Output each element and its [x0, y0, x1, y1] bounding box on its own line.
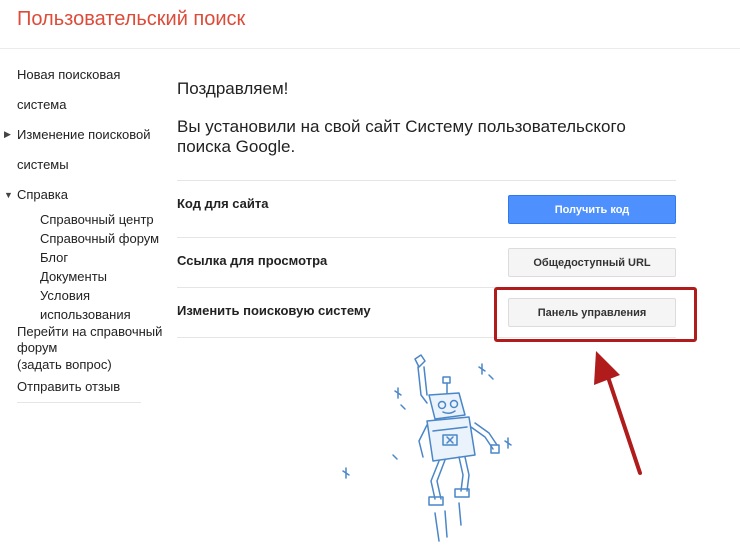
- sidebar-subitem-blog[interactable]: Блог: [40, 250, 68, 266]
- get-code-button[interactable]: Получить код: [508, 195, 676, 224]
- sidebar-subitem-docs[interactable]: Документы: [40, 269, 107, 285]
- sidebar-subitem-terms-line1[interactable]: Условия: [40, 288, 90, 304]
- sidebar-item-edit-engine-line1[interactable]: Изменение поисковой: [17, 127, 151, 143]
- sidebar-item-new-engine-line1[interactable]: Новая поисковая: [17, 67, 120, 83]
- sidebar-item-forum-link-line3[interactable]: (задать вопрос): [17, 357, 112, 373]
- sidebar-divider: [17, 402, 141, 403]
- annotation-arrow: [594, 351, 642, 475]
- installed-message-line1: Вы установили на свой сайт Систему польз…: [177, 117, 626, 136]
- edit-engine-label: Изменить поисковую систему: [177, 303, 371, 318]
- sidebar-subitem-help-forum[interactable]: Справочный форум: [40, 231, 159, 247]
- view-link-label: Ссылка для просмотра: [177, 253, 328, 268]
- sidebar-subitem-help-center[interactable]: Справочный центр: [40, 212, 154, 228]
- app-title: Пользовательский поиск: [17, 8, 246, 30]
- public-url-button[interactable]: Общедоступный URL: [508, 248, 676, 277]
- robot-illustration: [342, 354, 512, 542]
- sidebar-item-new-engine-line2[interactable]: система: [17, 97, 66, 113]
- site-code-label: Код для сайта: [177, 196, 269, 211]
- sidebar-item-edit-engine-line2[interactable]: системы: [17, 157, 69, 173]
- sidebar-item-forum-link-line2[interactable]: форум: [17, 340, 57, 356]
- installed-message: Вы установили на свой сайт Систему польз…: [177, 117, 677, 157]
- sidebar-item-help[interactable]: Справка: [17, 187, 68, 203]
- sidebar-subitem-terms-line2[interactable]: использования: [40, 307, 131, 323]
- congrats-heading: Поздравляем!: [177, 79, 289, 98]
- header-divider: [0, 48, 740, 49]
- annotation-highlight-box: [494, 287, 697, 342]
- sidebar-item-forum-link-line1[interactable]: Перейти на справочный: [17, 324, 162, 340]
- triangle-right-icon[interactable]: ▶: [4, 129, 11, 140]
- installed-message-line2: поиска Google.: [177, 137, 296, 156]
- row-divider: [177, 237, 676, 238]
- row-divider: [177, 180, 676, 181]
- triangle-down-icon[interactable]: ▼: [4, 190, 13, 200]
- sidebar-item-feedback[interactable]: Отправить отзыв: [17, 379, 120, 395]
